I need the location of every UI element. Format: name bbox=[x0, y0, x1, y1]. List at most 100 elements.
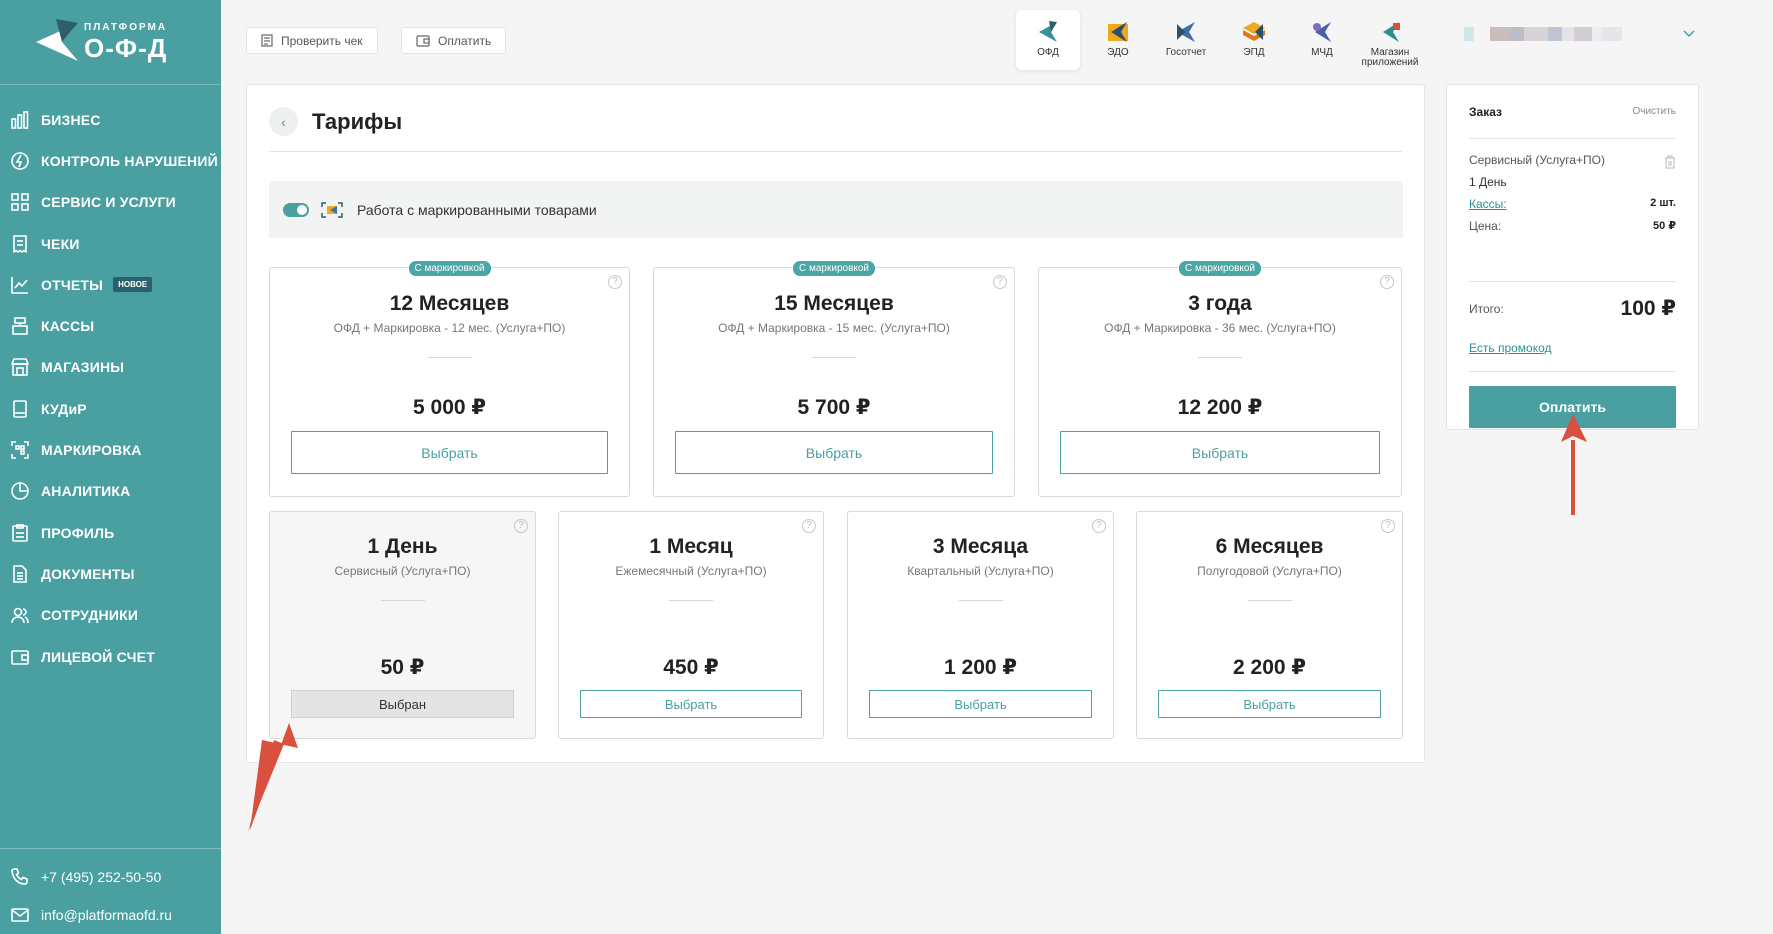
product-edo[interactable]: ЭДО bbox=[1084, 10, 1152, 70]
help-icon[interactable]: ? bbox=[802, 519, 816, 533]
sidebar-item-services[interactable]: СЕРВИС И УСЛУГИ bbox=[0, 182, 221, 223]
user-account-blurred[interactable] bbox=[1464, 27, 1629, 43]
tariff-title: 12 Месяцев bbox=[389, 292, 510, 315]
sidebar-item-analytics[interactable]: АНАЛИТИКА bbox=[0, 471, 221, 512]
clear-order-link[interactable]: Очистить bbox=[1632, 106, 1676, 117]
kassy-link[interactable]: Кассы: bbox=[1469, 197, 1507, 211]
mail-icon bbox=[10, 905, 30, 925]
sidebar-item-reports[interactable]: ОТЧЕТЫ НОВОЕ bbox=[0, 264, 221, 305]
help-icon[interactable]: ? bbox=[608, 275, 622, 289]
tariff-card-15-months[interactable]: С маркировкой ? 15 Месяцев ОФД + Маркиро… bbox=[653, 261, 1015, 497]
topbar-pay-button[interactable]: Оплатить bbox=[401, 27, 507, 54]
choose-button[interactable]: Выбрать bbox=[1158, 690, 1381, 718]
back-button[interactable]: ‹ bbox=[269, 107, 298, 136]
sidebar-item-label: МАГАЗИНЫ bbox=[41, 359, 125, 376]
help-icon[interactable]: ? bbox=[514, 519, 528, 533]
sidebar-item-account[interactable]: ЛИЦЕВОЙ СЧЕТ bbox=[0, 636, 221, 677]
marking-toggle[interactable] bbox=[283, 202, 309, 217]
sidebar-item-kudir[interactable]: КУДиР bbox=[0, 388, 221, 429]
tariff-card-1-month[interactable]: ? 1 Месяц Ежемесячный (Услуга+ПО) 450 ₽ … bbox=[558, 511, 824, 739]
product-label: Магазин приложений bbox=[1361, 47, 1419, 68]
book-icon bbox=[10, 399, 30, 419]
order-price-row: Цена: 50 ₽ bbox=[1469, 219, 1676, 233]
choose-button[interactable]: Выбрать bbox=[1060, 431, 1380, 474]
card-icon bbox=[416, 34, 430, 47]
sidebar-item-label: КОНТРОЛЬ НАРУШЕНИЙ bbox=[41, 152, 218, 169]
sidebar-item-label: КАССЫ bbox=[41, 318, 95, 335]
sidebar-footer: +7 (495) 252-50-50 info@platformaofd.ru bbox=[0, 848, 221, 934]
sidebar-item-receipts[interactable]: ЧЕКИ bbox=[0, 223, 221, 264]
order-title: Заказ bbox=[1469, 104, 1502, 119]
sidebar-item-employees[interactable]: СОТРУДНИКИ bbox=[0, 595, 221, 636]
profile-clipboard-icon bbox=[10, 523, 30, 543]
help-icon[interactable]: ? bbox=[1092, 519, 1106, 533]
help-icon[interactable]: ? bbox=[993, 275, 1007, 289]
chevron-down-icon[interactable] bbox=[1683, 30, 1695, 38]
selected-button[interactable]: Выбран bbox=[291, 690, 514, 718]
email-text: info@platformaofd.ru bbox=[41, 907, 172, 923]
users-icon bbox=[10, 605, 30, 625]
promo-code-link[interactable]: Есть промокод bbox=[1469, 341, 1676, 355]
order-kassy-row: Кассы: 2 шт. bbox=[1469, 197, 1676, 211]
sidebar-item-label: БИЗНЕС bbox=[41, 111, 101, 128]
trash-icon[interactable] bbox=[1664, 155, 1676, 169]
tariff-card-3-years[interactable]: С маркировкой ? 3 года ОФД + Маркировка … bbox=[1038, 261, 1402, 497]
cash-register-icon bbox=[10, 316, 30, 336]
sidebar-item-violations[interactable]: КОНТРОЛЬ НАРУШЕНИЙ bbox=[0, 140, 221, 181]
ofd-logo-icon bbox=[1039, 21, 1057, 42]
choose-button[interactable]: Выбрать bbox=[869, 690, 1092, 718]
tariff-price: 5 700 ₽ bbox=[797, 396, 871, 419]
tariff-card-3-months[interactable]: ? 3 Месяца Квартальный (Услуга+ПО) 1 200… bbox=[847, 511, 1114, 739]
lightning-icon bbox=[10, 151, 30, 171]
support-phone[interactable]: +7 (495) 252-50-50 bbox=[0, 858, 221, 896]
order-total-row: Итого: 100 ₽ bbox=[1469, 296, 1676, 321]
choose-button[interactable]: Выбрать bbox=[675, 431, 993, 474]
product-label: ЭДО bbox=[1107, 47, 1129, 58]
report-chart-icon bbox=[10, 275, 30, 295]
choose-button[interactable]: Выбрать bbox=[580, 690, 802, 718]
tariff-subtitle: ОФД + Маркировка - 15 мес. (Услуга+ПО) bbox=[718, 321, 950, 335]
help-icon[interactable]: ? bbox=[1381, 519, 1395, 533]
sidebar-item-cash-registers[interactable]: КАССЫ bbox=[0, 305, 221, 346]
tariff-card-1-day[interactable]: ? 1 День Сервисный (Услуга+ПО) 50 ₽ Выбр… bbox=[269, 511, 536, 739]
logo-icon bbox=[36, 19, 78, 61]
order-header: Заказ Очистить bbox=[1469, 85, 1676, 139]
order-pay-button[interactable]: Оплатить bbox=[1469, 386, 1676, 428]
app-store-logo-icon bbox=[1383, 22, 1400, 42]
product-label: МЧД bbox=[1311, 47, 1333, 58]
sidebar-item-documents[interactable]: ДОКУМЕНТЫ bbox=[0, 553, 221, 594]
tariff-card-6-months[interactable]: ? 6 Месяцев Полугодовой (Услуга+ПО) 2 20… bbox=[1136, 511, 1403, 739]
sidebar-item-label: СОТРУДНИКИ bbox=[41, 607, 139, 624]
sidebar-item-label: ПРОФИЛЬ bbox=[41, 524, 115, 541]
marking-toggle-label: Работа с маркированными товарами bbox=[357, 201, 597, 218]
product-gosotchet[interactable]: Госотчет bbox=[1152, 10, 1220, 70]
product-mchd[interactable]: МЧД bbox=[1288, 10, 1356, 70]
sidebar-item-stores[interactable]: МАГАЗИНЫ bbox=[0, 347, 221, 388]
receipt-icon bbox=[10, 234, 30, 254]
sidebar-item-marking[interactable]: МАРКИРОВКА bbox=[0, 429, 221, 470]
support-email[interactable]: info@platformaofd.ru bbox=[0, 896, 221, 934]
brand-logo[interactable]: ПЛАТФОРМА О-Ф-Д bbox=[0, 0, 221, 85]
sidebar-item-label: ЛИЦЕВОЙ СЧЕТ bbox=[41, 648, 155, 665]
choose-button[interactable]: Выбрать bbox=[291, 431, 608, 474]
tariff-card-12-months[interactable]: С маркировкой ? 12 Месяцев ОФД + Маркиро… bbox=[269, 261, 630, 497]
product-epd[interactable]: ЭПД bbox=[1220, 10, 1288, 70]
tariff-subtitle: Ежемесячный (Услуга+ПО) bbox=[615, 564, 767, 578]
product-app-store[interactable]: Магазин приложений bbox=[1356, 10, 1424, 70]
tariff-price: 1 200 ₽ bbox=[944, 656, 1017, 679]
sidebar-item-profile[interactable]: ПРОФИЛЬ bbox=[0, 512, 221, 553]
price-value: 50 ₽ bbox=[1653, 220, 1676, 232]
document-icon bbox=[10, 564, 30, 584]
qr-scan-icon bbox=[10, 440, 30, 460]
tariff-price: 5 000 ₽ bbox=[413, 396, 486, 419]
tariff-price: 450 ₽ bbox=[663, 656, 719, 679]
sidebar-item-business[interactable]: БИЗНЕС bbox=[0, 99, 221, 140]
page-title: Тарифы bbox=[312, 109, 403, 134]
product-ofd[interactable]: ОФД bbox=[1016, 10, 1080, 70]
sidebar-item-label: МАРКИРОВКА bbox=[41, 442, 142, 459]
tariff-subtitle: ОФД + Маркировка - 36 мес. (Услуга+ПО) bbox=[1104, 321, 1336, 335]
help-icon[interactable]: ? bbox=[1380, 275, 1394, 289]
check-receipt-button[interactable]: Проверить чек bbox=[246, 27, 378, 54]
page-header: ‹ Тарифы bbox=[269, 107, 1402, 152]
phone-icon bbox=[10, 867, 30, 887]
